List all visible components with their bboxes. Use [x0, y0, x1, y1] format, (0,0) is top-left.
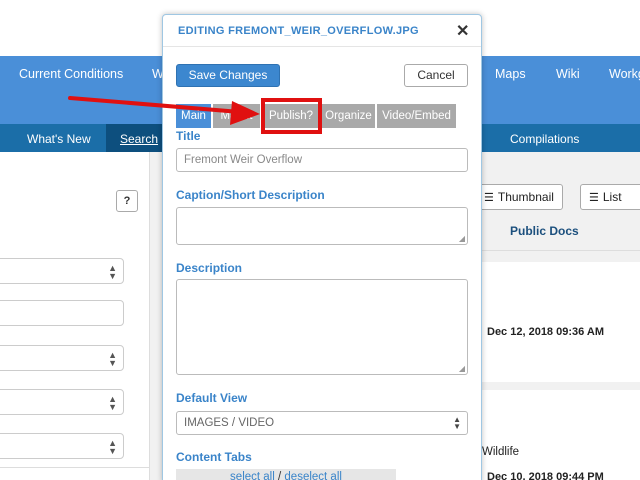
save-changes-button[interactable]: Save Changes — [176, 64, 280, 87]
list-view-button[interactable]: ☰ List — [580, 184, 640, 210]
result-row[interactable] — [480, 262, 640, 382]
divider — [163, 46, 481, 47]
select-toggle-bar: select all / deselect all — [176, 469, 396, 480]
caption-textarea[interactable]: ◢ — [176, 207, 468, 245]
select-arrows-icon: ▲ ▼ — [108, 394, 117, 412]
edit-media-dialog: EDITING FREMONT_WEIR_OVERFLOW.JPG ✕ Save… — [162, 14, 482, 480]
description-textarea[interactable]: ◢ — [176, 279, 468, 375]
close-icon[interactable]: ✕ — [456, 21, 469, 41]
result-tag: Wildlife — [482, 446, 520, 458]
help-button[interactable]: ? — [116, 190, 138, 212]
default-view-label: Default View — [176, 391, 248, 405]
filter-input-2[interactable] — [0, 300, 124, 326]
nav-item-wiki[interactable]: Wiki — [556, 67, 580, 81]
deselect-all-link[interactable]: deselect all — [284, 471, 342, 480]
select-all-link[interactable]: select all — [230, 471, 275, 480]
list-label: List — [602, 190, 622, 204]
divider — [480, 250, 640, 251]
default-view-value: IMAGES / VIDEO — [184, 417, 275, 429]
filter-select-5[interactable]: ▲ ▼ — [0, 433, 124, 459]
thumbnail-label: Thumbnail — [497, 190, 554, 204]
separator: / — [278, 471, 282, 480]
title-input[interactable]: Fremont Weir Overflow — [176, 148, 468, 172]
select-arrows-icon: ▲ ▼ — [108, 438, 117, 456]
subnav-item-compilations[interactable]: Compilations — [510, 132, 579, 146]
divider — [0, 467, 150, 468]
dialog-title: EDITING FREMONT_WEIR_OVERFLOW.JPG — [178, 25, 419, 37]
result-date: Dec 12, 2018 09:36 AM — [487, 326, 604, 338]
tab-main[interactable]: Main — [176, 104, 212, 128]
description-label: Description — [176, 261, 243, 275]
select-arrows-icon: ▲ ▼ — [108, 350, 117, 368]
search-filter-panel: ? ▲ ▼ ▲ ▼ ▲ ▼ ▲ ▼ — [0, 152, 150, 480]
tab-video-embed[interactable]: Video/Embed — [377, 104, 457, 128]
public-docs-header: Public Docs — [510, 224, 579, 238]
filter-select-3[interactable]: ▲ ▼ — [0, 345, 124, 371]
filter-select-1[interactable]: ▲ ▼ — [0, 258, 124, 284]
title-label: Title — [176, 129, 201, 143]
resize-grip-icon[interactable]: ◢ — [459, 365, 465, 373]
select-arrows-icon: ▲ ▼ — [453, 415, 461, 431]
nav-item-current-conditions[interactable]: Current Conditions — [19, 67, 123, 81]
cancel-button[interactable]: Cancel — [404, 64, 468, 87]
caption-label: Caption/Short Description — [176, 188, 325, 202]
tab-map-it[interactable]: Map It — [213, 104, 261, 128]
content-tabs-label: Content Tabs — [176, 450, 252, 464]
nav-item-maps[interactable]: Maps — [495, 67, 526, 81]
result-date: Dec 10, 2018 09:44 PM — [487, 471, 604, 480]
nav-item-workgroups[interactable]: Workg — [609, 67, 640, 81]
filter-select-4[interactable]: ▲ ▼ — [0, 389, 124, 415]
resize-grip-icon[interactable]: ◢ — [459, 235, 465, 243]
tab-organize[interactable]: Organize — [322, 104, 376, 128]
default-view-select[interactable]: IMAGES / VIDEO ▲ ▼ — [176, 411, 468, 435]
result-row[interactable] — [480, 390, 640, 480]
grid-icon: ☰ — [484, 192, 494, 204]
thumbnail-view-button[interactable]: ☰ Thumbnail — [475, 184, 563, 210]
subnav-item-whats-new[interactable]: What's New — [27, 132, 91, 146]
select-arrows-icon: ▲ ▼ — [108, 263, 117, 281]
list-icon: ☰ — [589, 192, 599, 204]
publish-tab-highlight — [261, 98, 322, 134]
